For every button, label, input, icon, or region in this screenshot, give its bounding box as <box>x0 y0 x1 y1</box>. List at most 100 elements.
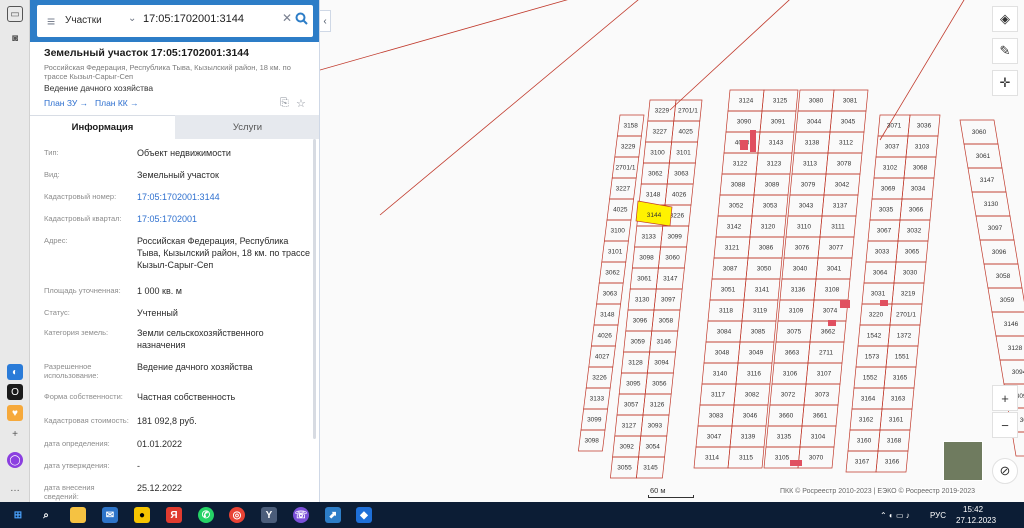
parcel-label: 3140 <box>713 371 728 378</box>
assistant-icon[interactable]: ◯ <box>7 452 23 468</box>
parcel-label: 3098 <box>639 255 654 262</box>
parcel-label: 3089 <box>765 182 780 189</box>
attribute-value[interactable]: 17:05:1702001 <box>137 213 312 225</box>
attribute-value: 181 092,8 руб. <box>137 416 197 426</box>
parcel-label: 3135 <box>777 434 792 441</box>
parcel-label: 3033 <box>875 249 890 256</box>
parcel-label: 3103 <box>915 144 930 151</box>
app-icon-blue[interactable]: ◆ <box>356 507 372 523</box>
parcel-label: 3061 <box>637 276 652 283</box>
search-icon[interactable] <box>295 12 308 30</box>
parcel-label: 3100 <box>650 150 665 157</box>
parcel-label: 4025 <box>613 207 628 214</box>
tab-info[interactable]: Информация <box>30 115 175 139</box>
parcel-label: 3118 <box>719 308 733 315</box>
parcel-label: 3084 <box>717 329 732 336</box>
clock-time[interactable]: 15:42 <box>963 505 983 514</box>
tabs-icon[interactable]: ▭ <box>7 6 23 22</box>
parcel-label: 3148 <box>646 192 661 199</box>
parcel-label: 3042 <box>835 182 850 189</box>
search-input[interactable] <box>143 13 273 25</box>
chevron-down-icon[interactable]: ⌄ <box>128 13 136 24</box>
document-search-icon[interactable]: ⎘ <box>280 97 289 110</box>
tray-icons[interactable]: ⌃ ◐ ▭ ♪ <box>880 511 910 520</box>
parcel-label: 3125 <box>773 98 788 105</box>
parcel-label: 3077 <box>829 245 844 252</box>
plan-zu-link[interactable]: План ЗУ → <box>44 98 88 108</box>
search-icon[interactable]: ⌕ <box>38 507 54 523</box>
parcel-label: 3120 <box>761 224 776 231</box>
tab-bar: Информация Услуги <box>30 115 319 139</box>
parcel-label: 3160 <box>857 438 872 445</box>
parcel-label: 3167 <box>855 459 870 466</box>
parcel-label: 3085 <box>751 329 766 336</box>
parcel-label: 3087 <box>723 266 738 273</box>
screenshot-icon[interactable]: ◙ <box>7 30 23 46</box>
layers-icon[interactable]: ◈ <box>992 6 1018 32</box>
zoom-in-button[interactable]: + <box>992 385 1018 411</box>
cadastral-map[interactable]: 3229 2701/1 3227 4025 3100 3101 3062 3063 3148 40… <box>320 0 1024 502</box>
attribute-value: Земли сельскохозяйственного назначения <box>137 328 264 350</box>
parcel-label: 1573 <box>865 354 880 361</box>
viber-icon[interactable]: ☏ <box>293 507 309 523</box>
attribute-label: Разрешенное использование: <box>44 362 99 380</box>
parcel-label: 3123 <box>767 161 782 168</box>
parcel-label: 3143 <box>769 140 784 147</box>
plan-kk-link[interactable]: План КК → <box>95 98 139 108</box>
star-icon[interactable]: ☆ <box>296 97 306 110</box>
compass-icon[interactable]: ⊘ <box>992 458 1018 484</box>
parcel-label: 3108 <box>825 287 840 294</box>
parcel-label: 4026 <box>597 333 612 340</box>
building <box>790 460 802 466</box>
tab-services[interactable]: Услуги <box>175 115 319 139</box>
parcel-label: 3059 <box>630 339 645 346</box>
parcel-label: 3113 <box>803 161 817 168</box>
parcel-label: 3124 <box>739 98 754 105</box>
yandex-icon[interactable]: Я <box>166 507 182 523</box>
yandex-browser-icon[interactable]: Y <box>261 507 277 523</box>
parcel-label: 3145 <box>643 465 658 472</box>
menu-icon[interactable]: ≡ <box>47 13 55 29</box>
parcel-label: 3114 <box>705 455 719 462</box>
locate-icon[interactable]: ✛ <box>992 70 1018 96</box>
parcel-label: 3060 <box>665 255 680 262</box>
search-scope-select[interactable]: Участки <box>65 15 102 26</box>
parcel-label: 3121 <box>725 245 740 252</box>
windows-start-icon[interactable]: ⊞ <box>10 507 26 523</box>
collapse-panel-button[interactable]: ‹ <box>320 10 331 32</box>
close-icon[interactable]: ✕ <box>282 11 292 25</box>
ruler-icon[interactable]: ✎ <box>992 38 1018 64</box>
parcel-label: 3138 <box>805 140 820 147</box>
attribute-value: Российская Федерация, Республика Тыва, К… <box>137 236 310 270</box>
messenger-icon[interactable]: O <box>7 384 23 400</box>
attribute-label: Кадастровый номер: <box>44 192 117 201</box>
scrollbar[interactable] <box>313 139 316 439</box>
language-indicator[interactable]: РУС <box>930 511 946 520</box>
file-explorer-icon[interactable] <box>70 507 86 523</box>
add-app-icon[interactable]: + <box>7 426 23 442</box>
app-icon[interactable]: ⬈ <box>325 507 341 523</box>
zoom-out-button[interactable]: − <box>992 412 1018 438</box>
parcel-label: 4025 <box>678 129 693 136</box>
parcel-label: 3100 <box>610 228 625 235</box>
alice-app-icon[interactable]: ◐ <box>7 364 23 380</box>
parcel-label: 3227 <box>652 129 667 136</box>
whatsapp-icon[interactable]: ✆ <box>198 507 214 523</box>
clock-date[interactable]: 27.12.2023 <box>956 516 996 525</box>
search-box: ≡ Участки ⌄ ✕ <box>37 5 313 37</box>
mail-icon[interactable]: ✉ <box>102 507 118 523</box>
attribute-value: 01.01.2022 <box>137 439 183 449</box>
beeline-icon[interactable]: ● <box>134 507 150 523</box>
parcel-boundary <box>879 0 965 141</box>
basemap-switcher[interactable] <box>943 441 983 481</box>
parcel-label: 3035 <box>879 207 894 214</box>
parcel-label: 3168 <box>887 438 902 445</box>
parcel-label: 3146 <box>1004 321 1019 328</box>
building <box>740 140 748 150</box>
parcel-layer[interactable]: 3229 2701/1 3227 4025 3100 3101 3062 3063 3148 40… <box>320 0 1024 502</box>
chrome-icon[interactable]: ◎ <box>229 507 245 523</box>
more-icon[interactable]: … <box>7 480 23 496</box>
notes-icon[interactable]: ♥ <box>7 405 23 421</box>
parcel-label: 3082 <box>745 392 760 399</box>
attribute-value[interactable]: 17:05:1702001:3144 <box>137 191 312 203</box>
